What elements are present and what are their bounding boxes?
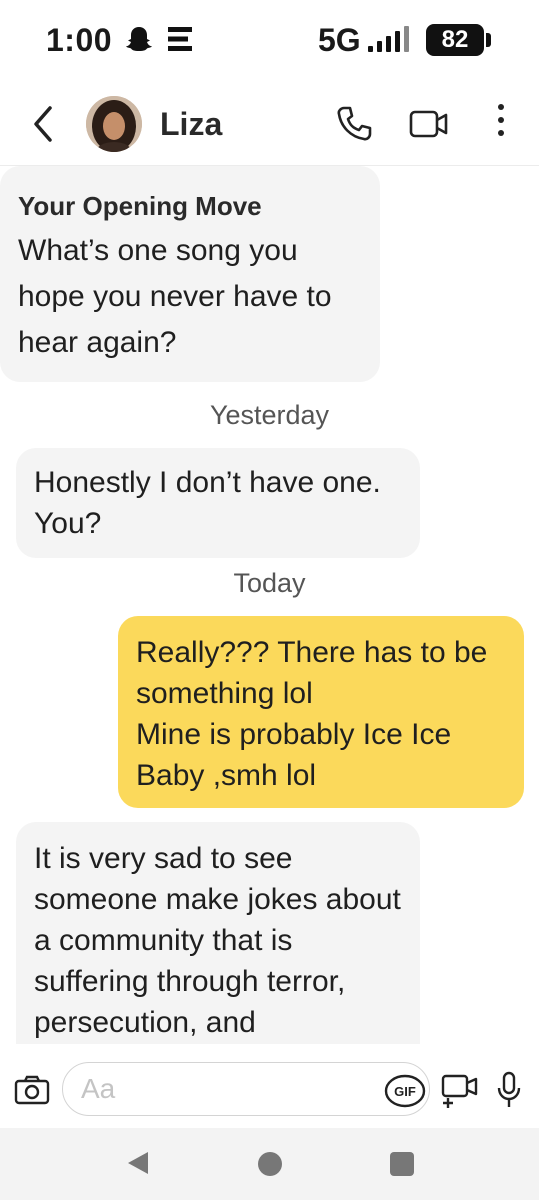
message-incoming[interactable]: Honestly I don’t have one. You? xyxy=(16,448,420,558)
video-add-icon xyxy=(441,1074,478,1108)
video-message-button[interactable] xyxy=(440,1072,480,1115)
message-text: Mine is probably Ice Ice Baby ,smh lol xyxy=(136,718,452,792)
opening-move-question: What’s one song you hope you never have … xyxy=(18,234,332,359)
back-button[interactable] xyxy=(28,102,58,146)
more-options-button[interactable] xyxy=(494,100,508,145)
opening-move-card: Your Opening Move What’s one song you ho… xyxy=(0,166,380,382)
gif-icon: GIF xyxy=(384,1074,426,1108)
snapchat-icon xyxy=(124,24,154,59)
avatar[interactable] xyxy=(86,96,142,152)
contact-name[interactable]: Liza xyxy=(160,106,222,143)
call-button[interactable] xyxy=(334,104,374,149)
system-nav-bar xyxy=(0,1128,539,1200)
phone-icon xyxy=(337,106,372,141)
message-list[interactable]: Your Opening Move What’s one song you ho… xyxy=(0,166,539,1044)
nav-recents-button[interactable] xyxy=(390,1152,414,1176)
avatar-image xyxy=(86,96,142,152)
composer-bar: Aa xyxy=(0,1044,539,1130)
message-incoming[interactable]: It is very sad to see someone make jokes… xyxy=(16,822,420,1044)
chat-header: Liza xyxy=(0,80,539,166)
more-vertical-icon xyxy=(498,104,504,136)
camera-button[interactable] xyxy=(14,1074,50,1111)
nav-back-icon xyxy=(128,1152,148,1174)
gif-button[interactable]: GIF xyxy=(384,1074,426,1113)
message-outgoing[interactable]: Really??? There has to be something lol … xyxy=(118,616,524,808)
video-call-button[interactable] xyxy=(408,106,450,145)
nav-back-button[interactable] xyxy=(126,1150,150,1181)
opening-move-title: Your Opening Move xyxy=(18,191,262,221)
voice-message-button[interactable] xyxy=(496,1070,522,1115)
video-camera-icon xyxy=(409,110,448,138)
network-label: 5G xyxy=(318,22,361,58)
status-time: 1:00 xyxy=(46,22,113,58)
back-arrow-icon xyxy=(34,106,52,142)
battery-tip xyxy=(486,33,491,47)
battery-level: 82 xyxy=(426,24,484,56)
date-separator-yesterday: Yesterday xyxy=(209,400,330,430)
gif-label: GIF xyxy=(394,1084,416,1099)
camera-icon xyxy=(14,1075,50,1105)
microphone-icon xyxy=(497,1071,521,1107)
e-app-icon xyxy=(165,24,195,59)
message-text: Really??? There has to be something lol xyxy=(136,636,488,710)
signal-icon xyxy=(366,26,418,59)
message-input[interactable]: Aa xyxy=(62,1062,430,1116)
nav-home-button[interactable] xyxy=(258,1152,282,1176)
message-text: Honestly I don’t have one. You? xyxy=(34,466,381,540)
message-text: It is very sad to see someone make jokes… xyxy=(34,842,401,1039)
status-bar: 1:00 5G 82 xyxy=(0,0,539,80)
date-separator-today: Today xyxy=(233,568,306,598)
